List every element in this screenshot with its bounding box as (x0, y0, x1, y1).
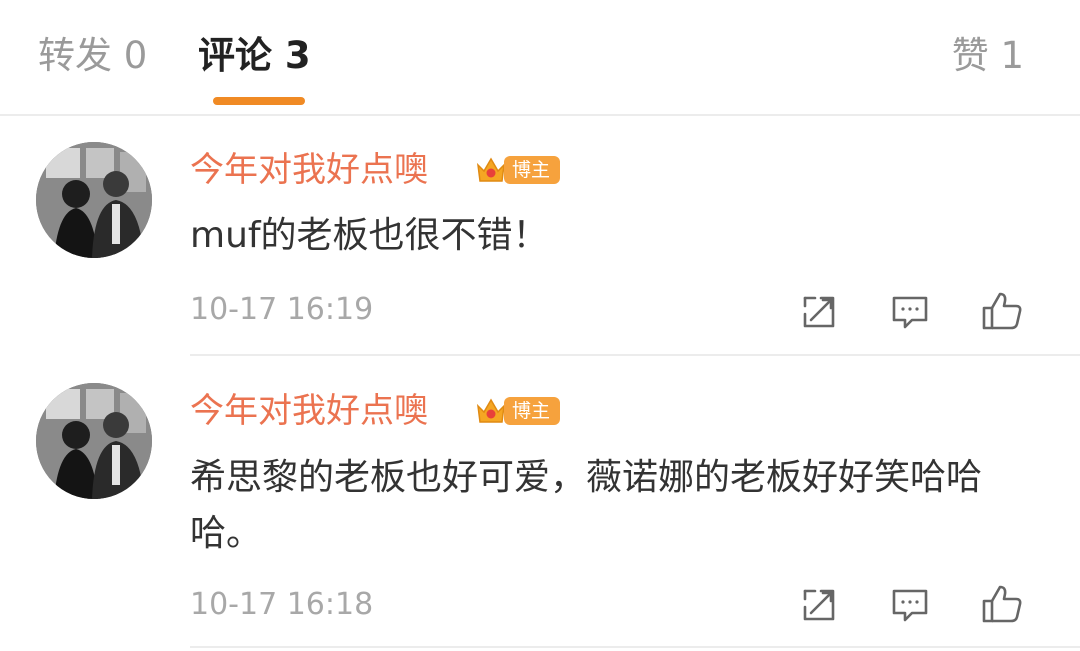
comment-text: 希思黎的老板也好可爱，薇诺娜的老板好好笑哈哈哈。 (190, 457, 983, 554)
crown-icon (476, 398, 506, 423)
like-icon[interactable] (980, 581, 1024, 625)
badge-label: 博主 (504, 156, 561, 184)
tab-comments[interactable]: 评论 3 (198, 30, 311, 82)
crown-icon (476, 157, 506, 182)
comment-text: muf的老板也很不错！ (190, 215, 549, 256)
badge-label: 博主 (504, 397, 561, 425)
comment-icon[interactable] (888, 290, 932, 334)
author-badge: 博主 (474, 153, 561, 187)
comment-icon[interactable] (888, 583, 932, 627)
like-icon[interactable] (980, 288, 1024, 332)
share-icon[interactable] (797, 290, 841, 334)
comment-time: 10-17 16:19 (190, 292, 374, 327)
tab-repost[interactable]: 转发 0 (38, 30, 147, 82)
share-icon[interactable] (797, 583, 841, 627)
author-badge: 博主 (474, 394, 561, 428)
comment-username[interactable]: 今年对我好点噢 (190, 388, 428, 434)
tab-likes[interactable]: 赞 1 (952, 30, 1024, 82)
comment-divider (190, 646, 1080, 648)
comment-divider (190, 354, 1080, 356)
comment-tabs: 转发 0 评论 3 赞 1 (0, 0, 1080, 114)
avatar[interactable] (36, 142, 152, 258)
active-tab-indicator (213, 97, 305, 105)
comment-time: 10-17 16:18 (190, 587, 374, 622)
tabs-divider (0, 114, 1080, 116)
comment-username[interactable]: 今年对我好点噢 (190, 147, 428, 193)
avatar[interactable] (36, 383, 152, 499)
